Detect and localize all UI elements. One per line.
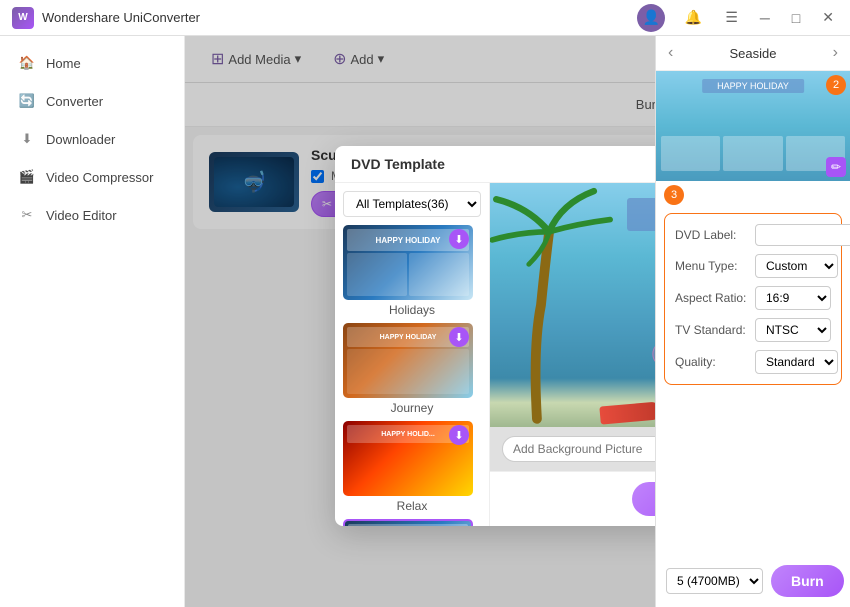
quality-label: Quality: xyxy=(675,355,755,369)
sidebar-label-editor: Video Editor xyxy=(46,208,117,223)
sidebar-item-converter[interactable]: 🔄 Converter xyxy=(0,82,184,120)
right-panel-header: ‹ Seaside › xyxy=(656,36,850,71)
template-thumb-relax: HAPPY HOLID... ⬇ xyxy=(343,421,473,496)
template-thumb-journey: HAPPY HOLIDAY ⬇ xyxy=(343,323,473,398)
right-panel: ‹ Seaside › HAPPY HOLIDAY xyxy=(655,36,850,607)
downloader-icon: ⬇ xyxy=(18,130,36,148)
sidebar-label-compressor: Video Compressor xyxy=(46,170,153,185)
menu-type-label: Menu Type: xyxy=(675,259,755,273)
dvd-template-modal: DVD Template ✕ All Templates(36) xyxy=(185,36,850,607)
template-thumb-holidays: HAPPY HOLIDAY ⬇ xyxy=(343,225,473,300)
aspect-ratio-label: Aspect Ratio: xyxy=(675,291,755,305)
badge-2: 2 xyxy=(826,75,846,95)
sidebar-item-home[interactable]: 🏠 Home xyxy=(0,44,184,82)
download-journey-icon[interactable]: ⬇ xyxy=(449,327,469,347)
sidebar-item-downloader[interactable]: ⬇ Downloader xyxy=(0,120,184,158)
main-layout: 🏠 Home 🔄 Converter ⬇ Downloader 🎬 Video … xyxy=(0,36,850,607)
current-template-label: Seaside xyxy=(730,46,777,61)
template-item-holidays[interactable]: HAPPY HOLIDAY ⬇ Holidays xyxy=(343,225,481,317)
download-holidays-icon[interactable]: ⬇ xyxy=(449,229,469,249)
badge-3: 3 xyxy=(664,185,684,205)
app-title: Wondershare UniConverter xyxy=(42,10,200,25)
editor-icon: ✂ xyxy=(18,206,36,224)
titlebar: W Wondershare UniConverter 👤 🔔 ☰ ─ □ ✕ xyxy=(0,0,850,36)
template-name-holidays: Holidays xyxy=(343,303,481,317)
template-item-relax[interactable]: HAPPY HOLID... ⬇ Relax xyxy=(343,421,481,513)
template-list: All Templates(36) HAPPY HOLIDAY xyxy=(335,183,490,526)
download-relax-icon[interactable]: ⬇ xyxy=(449,425,469,445)
template-name-relax: Relax xyxy=(343,499,481,513)
titlebar-left: W Wondershare UniConverter xyxy=(12,7,200,29)
dvd-label-input[interactable] xyxy=(755,224,850,246)
bg-picture-input[interactable] xyxy=(502,436,679,462)
aspect-ratio-row: Aspect Ratio: 16:9 4:3 xyxy=(675,286,831,310)
minimize-btn[interactable]: ─ xyxy=(756,10,774,26)
menu-type-row: Menu Type: Custom Standard None xyxy=(675,254,831,278)
sidebar-label-converter: Converter xyxy=(46,94,103,109)
quality-row: Quality: Standard High Low xyxy=(675,350,831,374)
sidebar-item-video-editor[interactable]: ✂ Video Editor xyxy=(0,196,184,234)
right-preview-img: HAPPY HOLIDAY xyxy=(656,71,850,181)
sidebar-label-downloader: Downloader xyxy=(46,132,115,147)
template-item-journey[interactable]: HAPPY HOLIDAY ⬇ Journey xyxy=(343,323,481,415)
template-filter[interactable]: All Templates(36) xyxy=(343,191,481,217)
maximize-btn[interactable]: □ xyxy=(788,10,804,26)
sidebar-label-home: Home xyxy=(46,56,81,71)
close-btn[interactable]: ✕ xyxy=(818,9,838,26)
sidebar-item-video-compressor[interactable]: 🎬 Video Compressor xyxy=(0,158,184,196)
right-preview: HAPPY HOLIDAY 2 ✏ xyxy=(656,71,850,181)
right-bottom: 5 (4700MB) Burn xyxy=(656,555,850,607)
disk-select[interactable]: 5 (4700MB) xyxy=(666,568,763,594)
quality-select[interactable]: Standard High Low xyxy=(755,350,838,374)
tv-standard-label: TV Standard: xyxy=(675,323,755,337)
user-icon[interactable]: 👤 xyxy=(637,4,665,32)
template-name-journey: Journey xyxy=(343,401,481,415)
tv-standard-row: TV Standard: NTSC PAL xyxy=(675,318,831,342)
sidebar: 🏠 Home 🔄 Converter ⬇ Downloader 🎬 Video … xyxy=(0,36,185,607)
notification-icon[interactable]: 🔔 xyxy=(679,4,707,32)
aspect-ratio-select[interactable]: 16:9 4:3 xyxy=(755,286,831,310)
converter-icon: 🔄 xyxy=(18,92,36,110)
next-template-arrow[interactable]: › xyxy=(827,42,844,64)
menu-icon[interactable]: ☰ xyxy=(721,9,742,26)
edit-template-icon[interactable]: ✏ xyxy=(826,157,846,177)
settings-panel: DVD Label: Menu Type: Custom Standard No… xyxy=(664,213,842,385)
burn-button[interactable]: Burn xyxy=(771,565,844,597)
titlebar-right: 👤 🔔 ☰ ─ □ ✕ xyxy=(637,4,838,32)
content-area: ⊞ Add Media ▾ ⊕ Add ▾ Burn video to: DVD… xyxy=(185,36,850,607)
home-icon: 🏠 xyxy=(18,54,36,72)
menu-type-select[interactable]: Custom Standard None xyxy=(755,254,838,278)
dvd-title: DVD Template xyxy=(351,156,445,172)
dvd-label-row: DVD Label: xyxy=(675,224,831,246)
template-item-seaside[interactable]: HAPPY HOLIDAY Seaside xyxy=(343,519,481,526)
compressor-icon: 🎬 xyxy=(18,168,36,186)
dvd-label-label: DVD Label: xyxy=(675,228,755,242)
app-logo: W xyxy=(12,7,34,29)
tv-standard-select[interactable]: NTSC PAL xyxy=(755,318,831,342)
template-thumb-seaside: HAPPY HOLIDAY xyxy=(343,519,473,526)
prev-template-arrow[interactable]: ‹ xyxy=(662,42,679,64)
